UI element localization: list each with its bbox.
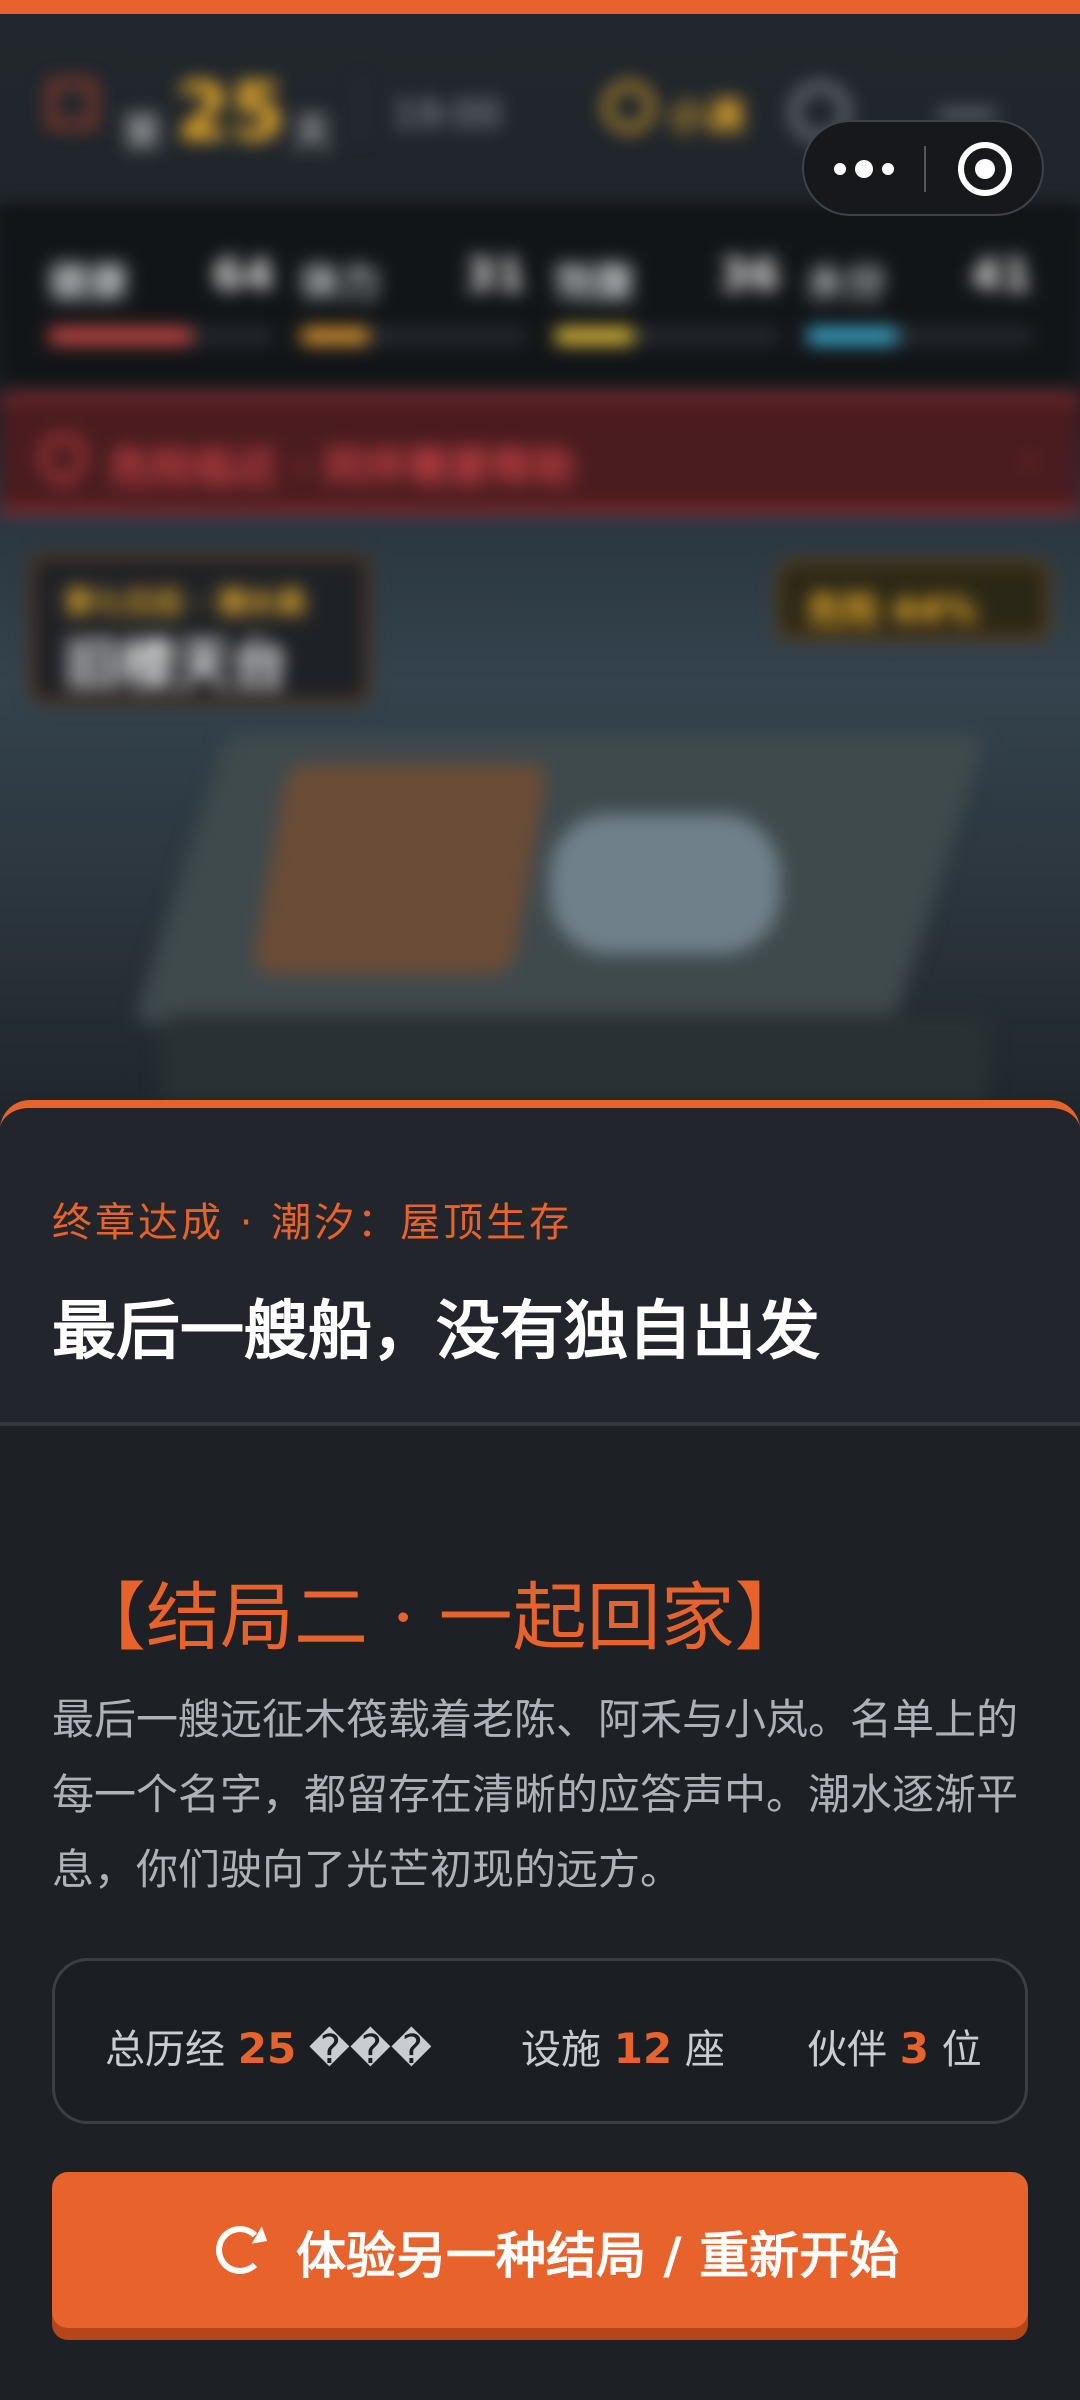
close-dot	[975, 159, 995, 179]
rooftop-shelter	[251, 764, 549, 974]
location-name: 旧楼天台	[64, 633, 288, 698]
ending-name: 【结局二 · 一起回家】	[72, 1575, 809, 1661]
rooftop-scene	[120, 694, 990, 1114]
stat-facilities-unit: 座	[684, 2027, 725, 2073]
stat-health: 健康 64	[48, 250, 274, 360]
location-subtitle: 第七日后 · 潮水高	[64, 586, 307, 621]
stat-track	[48, 328, 274, 344]
risk-text: 危险 44%	[807, 590, 978, 631]
stat-partners-unit: 位	[941, 2027, 982, 2073]
more-dots-icon[interactable]	[804, 122, 924, 214]
stat-hunger: 饱腹 36	[554, 250, 780, 360]
stat-partners: 伙伴 3 位	[807, 2017, 982, 2075]
location-card: 第七日后 · 潮水高 旧楼天台	[30, 554, 370, 704]
stat-total-days: 总历经 25 ���	[105, 2017, 432, 2075]
hud-currency: 小满	[604, 78, 754, 139]
alert-banner: 危险临近 · 同伴需要帮助 ›	[0, 394, 1080, 514]
stat-stamina: 体力 31	[300, 250, 526, 360]
close-circle-icon[interactable]	[958, 142, 1012, 196]
hud-currency-label: 小满	[668, 95, 745, 139]
stat-facilities-value: 12	[613, 2024, 673, 2073]
stat-days-unit: ���	[308, 2027, 432, 2073]
alert-text: 危险临近 · 同伴需要帮助	[110, 443, 576, 492]
stat-value: 31	[464, 250, 526, 301]
stat-label: 健康	[48, 260, 128, 306]
ending-title: 最后一艘船，没有独自出发	[52, 1295, 820, 1369]
heart-icon	[30, 424, 96, 490]
stat-label: 饱腹	[554, 260, 634, 306]
stat-label: 体力	[300, 260, 380, 306]
hud-day-suffix: 天	[292, 110, 332, 156]
ending-description: 最后一艘远征木筏载着老陈、阿禾与小岚。名单上的每一个名字，都留存在清晰的应答声中…	[52, 1695, 1019, 1894]
stat-water: 水分 41	[806, 250, 1032, 360]
restart-button-label: 体验另一种结局 / 重新开始	[296, 2227, 900, 2285]
mini-program-capsule	[802, 120, 1044, 216]
stats-bar: 健康 64 体力 31 饱腹 36 水分 41	[0, 204, 1080, 384]
restart-button[interactable]: 体验另一种结局 / 重新开始	[52, 2172, 1028, 2328]
hud-day-prefix: 第	[122, 110, 162, 156]
restart-icon	[216, 2226, 264, 2274]
stat-track	[554, 328, 780, 344]
hud-divider	[360, 78, 362, 142]
stat-partners-label: 伙伴	[807, 2027, 887, 2073]
dot	[834, 163, 846, 175]
stat-label: 水分	[806, 260, 886, 306]
stat-facilities: 设施 12 座	[521, 2017, 725, 2075]
stat-track	[300, 328, 526, 344]
dot	[882, 163, 894, 175]
capsule-divider	[924, 146, 926, 192]
coin-icon	[604, 82, 654, 132]
rooftop-edge	[160, 1014, 990, 1104]
stat-fill	[48, 328, 193, 344]
hud-day-number: 25	[176, 68, 285, 158]
ending-header: 终章达成 · 潮汐：屋顶生存 最后一艘船，没有独自出发	[0, 1108, 1080, 1426]
stat-fill	[554, 328, 636, 344]
dot	[855, 160, 873, 178]
stat-days-label: 总历经	[105, 2027, 225, 2073]
stat-value: 41	[970, 250, 1032, 301]
chapter-tag: 终章达成 · 潮汐：屋顶生存	[52, 1200, 573, 1246]
survivor-group	[550, 814, 780, 954]
menu-icon	[48, 80, 96, 128]
stat-days-value: 25	[237, 2024, 297, 2073]
hud-time: 19:00	[392, 92, 502, 136]
minimize-icon	[938, 110, 996, 118]
ending-panel: 终章达成 · 潮汐：屋顶生存 最后一艘船，没有独自出发 【结局二 · 一起回家】…	[0, 1100, 1080, 2400]
stat-partners-value: 3	[899, 2024, 929, 2073]
risk-badge: 危险 44%	[776, 560, 1050, 640]
stat-value: 36	[718, 250, 780, 301]
stat-fill	[300, 328, 371, 344]
ending-stats-box: 总历经 25 ��� 设施 12 座 伙伴 3 位	[52, 1958, 1028, 2124]
chevron-right-icon: ›	[1021, 434, 1038, 483]
top-accent-bar	[0, 0, 1080, 14]
stat-fill	[806, 328, 899, 344]
stat-track	[806, 328, 1032, 344]
stat-value: 64	[212, 250, 274, 301]
stat-facilities-label: 设施	[521, 2027, 601, 2073]
